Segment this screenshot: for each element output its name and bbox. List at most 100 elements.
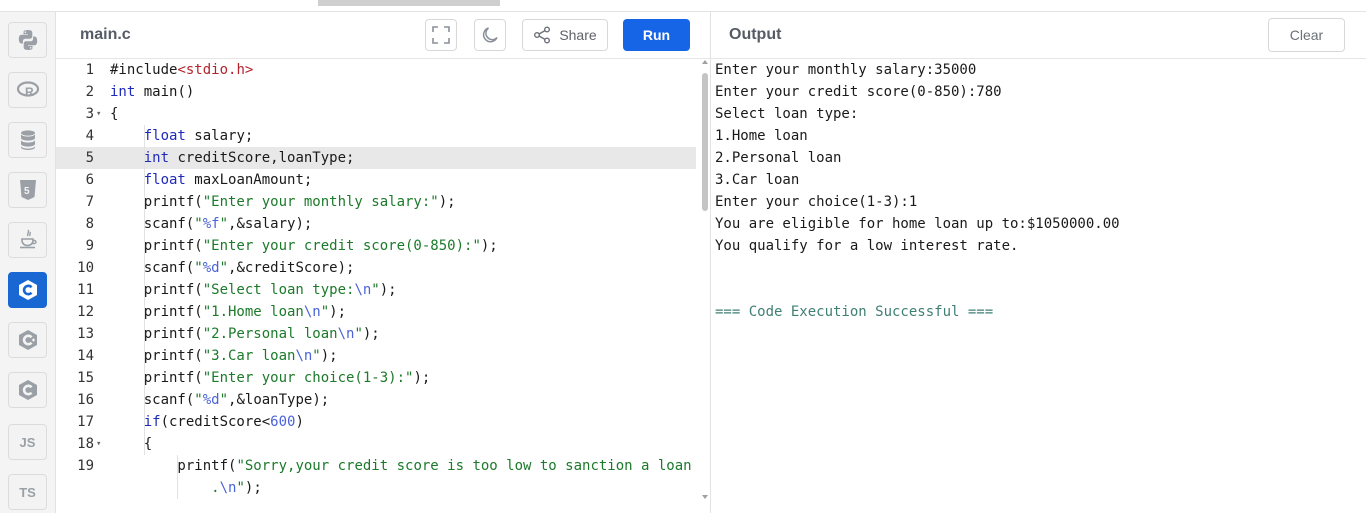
code-text: int creditScore,loanType; — [143, 150, 355, 166]
code-line[interactable]: .\n"); — [56, 477, 696, 499]
line-number: 3 — [85, 106, 94, 122]
code-text: printf("1.Home loan\n"); — [110, 304, 347, 320]
output-line: 1.Home loan — [715, 128, 808, 144]
output-header: Output Clear — [711, 12, 1366, 59]
code-text: scanf("%d",&creditScore); — [110, 260, 355, 276]
code-line[interactable]: 14 printf("3.Car loan\n"); — [56, 345, 696, 367]
code-line[interactable]: 7 printf("Enter your monthly salary:"); — [56, 191, 696, 213]
moon-icon — [482, 27, 498, 43]
code-text: printf("Enter your credit score(0-850):"… — [110, 238, 498, 254]
share-icon — [534, 26, 551, 44]
tab-thumbnail — [318, 0, 500, 6]
code-line[interactable]: 11 printf("Select loan type:\n"); — [56, 279, 696, 301]
line-number: 11 — [77, 282, 94, 298]
code-text: int main() — [110, 84, 195, 100]
javascript-label: JS — [19, 434, 36, 450]
html5-icon[interactable]: 5 — [8, 172, 47, 208]
csharp-icon[interactable] — [8, 372, 47, 408]
code-text: .\n"); — [211, 480, 262, 496]
code-line[interactable]: 4 float salary; — [56, 125, 696, 147]
code-line[interactable]: 18 ▾ { — [56, 433, 696, 455]
share-button[interactable]: Share — [522, 19, 608, 51]
output-line: Select loan type: — [715, 106, 859, 122]
svg-text:5: 5 — [24, 186, 30, 197]
scroll-down-arrow-icon[interactable] — [702, 494, 708, 500]
code-text: { — [110, 436, 153, 452]
output-line: Enter your monthly salary:35000 — [715, 62, 977, 78]
code-editor[interactable]: 1 #include<stdio.h> 2 int main() 3 ▾{4 float … — [56, 59, 710, 513]
line-number: 2 — [85, 84, 94, 100]
line-number: 6 — [85, 172, 94, 188]
line-number: 12 — [77, 304, 94, 320]
code-line[interactable]: 3 ▾ { — [56, 103, 696, 125]
line-number: 7 — [85, 194, 94, 210]
code-line[interactable]: 5 int creditScore,loanType; — [56, 147, 696, 169]
code-text: #include<stdio.h> — [110, 62, 254, 78]
code-text: float maxLoanAmount; — [143, 172, 313, 188]
line-number: 16 — [77, 392, 94, 408]
output-line: 2.Personal loan — [715, 150, 842, 166]
typescript-icon[interactable]: TS — [8, 474, 47, 510]
line-number: 19 — [77, 458, 94, 474]
run-button[interactable]: Run — [623, 19, 690, 51]
code-text: printf("2.Personal loan\n"); — [110, 326, 380, 342]
output-line: You are eligible for home loan up to:$10… — [715, 216, 1120, 232]
dark-mode-button[interactable] — [474, 19, 506, 51]
line-number: 15 — [77, 370, 94, 386]
code-text: if(creditScore<600) — [143, 414, 304, 430]
code-line[interactable]: 13 printf("2.Personal loan\n"); — [56, 323, 696, 345]
output-line: Enter your credit score(0-850):780 — [715, 84, 1002, 100]
file-tab[interactable]: main.c — [80, 26, 131, 44]
java-icon[interactable] — [8, 222, 47, 258]
code-line[interactable]: 8 scanf("%f",&salary); — [56, 213, 696, 235]
editor-scrollbar[interactable] — [700, 59, 710, 513]
svg-text:R: R — [25, 85, 34, 99]
indent-guide — [177, 455, 178, 499]
output-title: Output — [729, 26, 782, 43]
c-icon[interactable] — [8, 272, 47, 308]
code-text: printf("Select loan type:\n"); — [110, 282, 397, 298]
code-line[interactable]: 16 scanf("%d",&loanType); — [56, 389, 696, 411]
line-number: 14 — [77, 348, 94, 364]
code-line[interactable]: 1 #include<stdio.h> — [56, 59, 696, 81]
cpp-icon[interactable] — [8, 322, 47, 358]
top-strip — [0, 0, 1366, 12]
python-icon[interactable] — [8, 22, 47, 58]
code-text: { — [110, 106, 119, 122]
code-line[interactable]: 15 printf("Enter your choice(1-3):"); — [56, 367, 696, 389]
run-label: Run — [642, 27, 671, 43]
fullscreen-button[interactable] — [425, 19, 457, 51]
line-number: 5 — [85, 150, 94, 166]
line-number: 10 — [77, 260, 94, 276]
indent-guide — [144, 125, 145, 455]
code-line[interactable]: 2 int main() — [56, 81, 696, 103]
database-icon[interactable] — [8, 122, 47, 158]
fold-arrow-icon[interactable]: ▾ — [96, 103, 101, 125]
code-line[interactable]: 6 float maxLoanAmount; — [56, 169, 696, 191]
code-text: printf("Sorry,your credit score is too l… — [110, 458, 692, 474]
output-line: You qualify for a low interest rate. — [715, 238, 1019, 254]
code-line[interactable]: 10 scanf("%d",&creditScore); — [56, 257, 696, 279]
code-text: scanf("%f",&salary); — [110, 216, 313, 232]
code-line[interactable]: 17 if(creditScore<600) — [56, 411, 696, 433]
share-label: Share — [559, 27, 597, 43]
scroll-up-arrow-icon[interactable] — [702, 59, 708, 65]
code-text: printf("Enter your choice(1-3):"); — [110, 370, 431, 386]
code-line[interactable]: 12 printf("1.Home loan\n"); — [56, 301, 696, 323]
scrollbar-thumb[interactable] — [702, 73, 708, 211]
r-icon[interactable]: R — [8, 72, 47, 108]
line-number: 9 — [85, 238, 94, 254]
clear-label: Clear — [1289, 27, 1324, 43]
line-number: 4 — [85, 128, 94, 144]
line-number: 13 — [77, 326, 94, 342]
output-line: 3.Car loan — [715, 172, 800, 188]
code-line[interactable]: 19 printf("Sorry,your credit score is to… — [56, 455, 696, 477]
output-line: Enter your choice(1-3):1 — [715, 194, 918, 210]
code-line[interactable]: 9 printf("Enter your credit score(0-850)… — [56, 235, 696, 257]
javascript-icon[interactable]: JS — [8, 424, 47, 460]
execution-status: === Code Execution Successful === — [715, 304, 994, 320]
editor-header: main.c Share Run — [56, 12, 710, 59]
line-number: 17 — [77, 414, 94, 430]
clear-button[interactable]: Clear — [1268, 18, 1345, 52]
fold-arrow-icon[interactable]: ▾ — [96, 433, 101, 455]
